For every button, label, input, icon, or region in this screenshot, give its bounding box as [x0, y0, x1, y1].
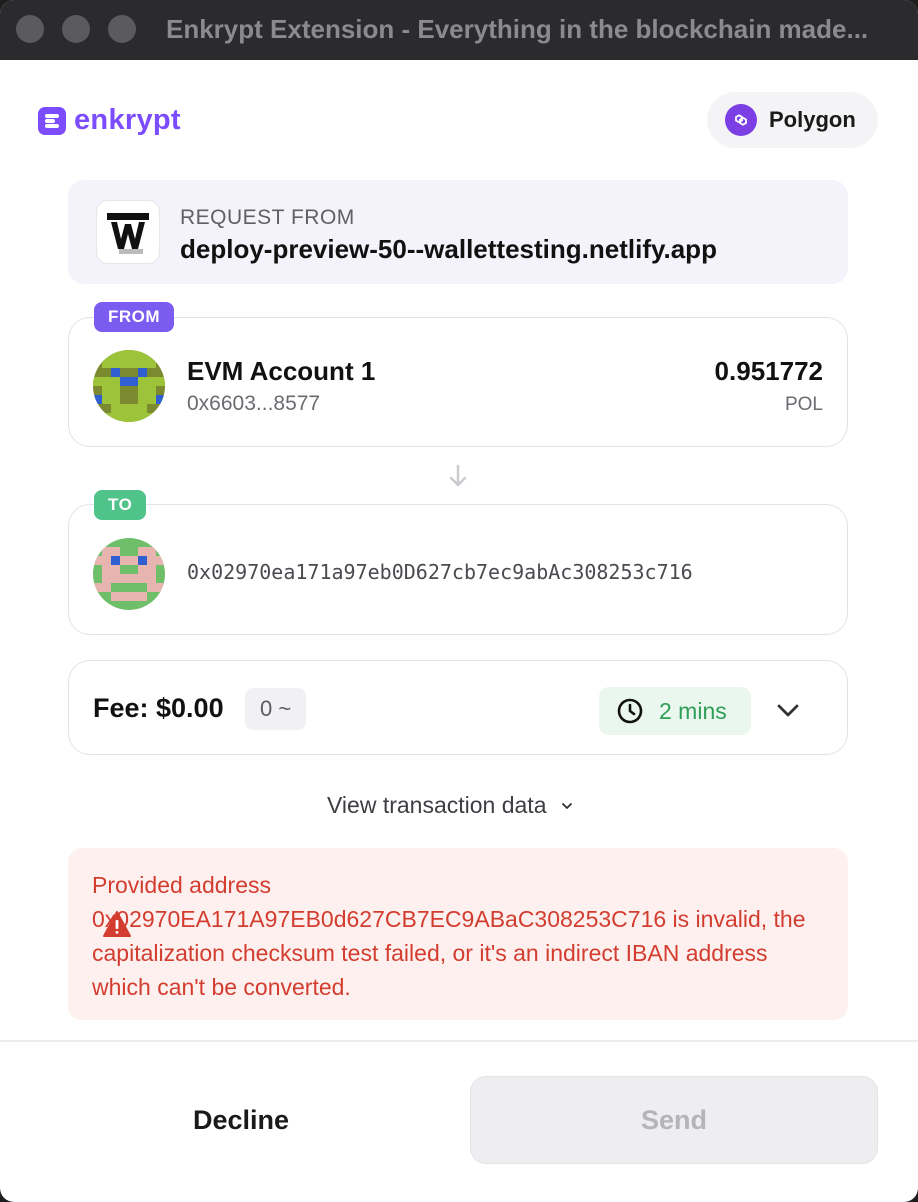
- polygon-icon: [725, 104, 757, 136]
- title-bar: Enkrypt Extension - Everything in the bl…: [0, 0, 918, 60]
- chevron-down-icon[interactable]: [775, 697, 801, 723]
- to-address-card: 0x02970ea171a97eb0D627cb7ec9abAc308253c7…: [68, 504, 848, 635]
- small-chevron-down-icon: [561, 802, 572, 809]
- footer-divider: [0, 1040, 918, 1042]
- network-selector[interactable]: Polygon: [707, 92, 878, 148]
- from-account-avatar: [93, 350, 165, 422]
- fee-native-amount: 0 ~: [245, 688, 307, 730]
- arrow-down-icon: [449, 464, 467, 487]
- view-transaction-data-label: View transaction data: [327, 792, 547, 818]
- from-account-name: EVM Account 1: [187, 356, 376, 386]
- request-from-label: REQUEST FROM: [180, 206, 355, 229]
- zoom-window-button[interactable]: [108, 15, 136, 43]
- transaction-speed-badge[interactable]: 2 mins: [599, 687, 751, 735]
- request-origin-url: deploy-preview-50--wallettesting.netlify…: [180, 234, 717, 264]
- error-message: Provided address 0x02970EA171A97EB0d627C…: [92, 872, 806, 1000]
- balance-unit: POL: [784, 394, 823, 415]
- from-account-card: EVM Account 1 0x6603...8577 0.951772 POL: [68, 317, 848, 447]
- close-window-button[interactable]: [16, 15, 44, 43]
- window-title: Enkrypt Extension - Everything in the bl…: [166, 14, 869, 44]
- logo-text: enkrypt: [74, 104, 181, 136]
- fee-card[interactable]: Fee: $0.00 0 ~ 2 mins: [68, 660, 848, 755]
- from-account-balance: 0.951772: [714, 356, 823, 386]
- site-w-icon: [96, 200, 160, 264]
- to-tag: TO: [94, 490, 147, 520]
- decline-button[interactable]: Decline: [40, 1076, 442, 1164]
- fee-label: Fee: $0.00: [93, 693, 224, 723]
- enkrypt-logo-icon: [38, 106, 66, 135]
- from-account-address: 0x6603...8577: [187, 392, 321, 415]
- error-alert: Provided address 0x02970EA171A97EB0d627C…: [68, 848, 848, 1020]
- request-from-panel: REQUEST FROM deploy-preview-50--wallette…: [68, 180, 848, 284]
- extension-window: Enkrypt Extension - Everything in the bl…: [0, 0, 918, 1202]
- send-button[interactable]: Send: [470, 1076, 878, 1164]
- warning-icon: [103, 911, 131, 937]
- transaction-time: 2 mins: [659, 697, 727, 724]
- enkrypt-logo: enkrypt: [38, 104, 181, 137]
- minimize-window-button[interactable]: [62, 15, 90, 43]
- from-tag: FROM: [94, 302, 175, 332]
- clock-icon: [617, 698, 643, 724]
- to-address[interactable]: 0x02970ea171a97eb0D627cb7ec9abAc308253c7…: [187, 560, 693, 584]
- view-transaction-data-toggle[interactable]: View transaction data: [327, 792, 573, 819]
- network-name: Polygon: [769, 107, 856, 132]
- to-address-avatar: [93, 538, 165, 610]
